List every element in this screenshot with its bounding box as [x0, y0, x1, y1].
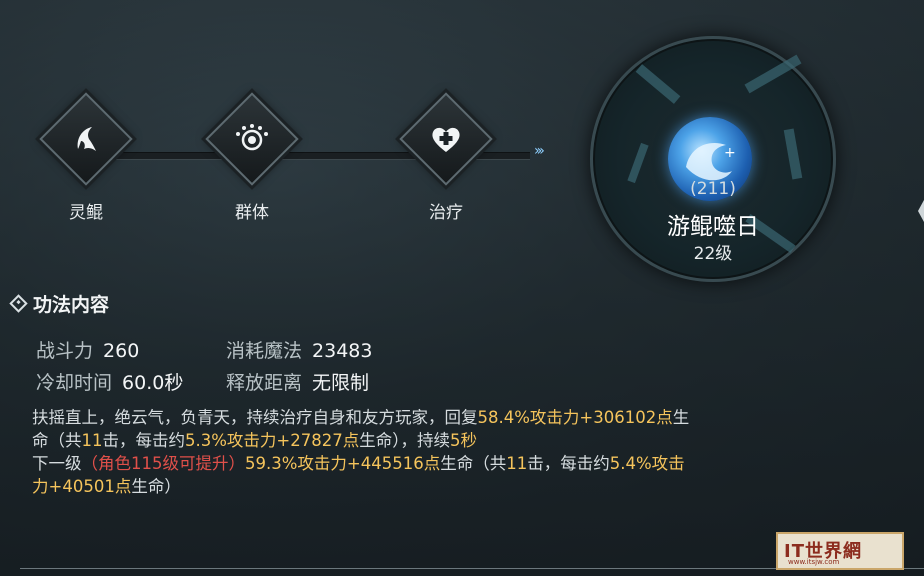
diamond-bullet-icon: [9, 294, 28, 313]
desc-line-3: 下一级（角色115级可提升）59.3%攻击力+445516点生命（共11击，每击…: [32, 452, 892, 475]
group-icon: [205, 92, 299, 186]
disc-shard: [783, 128, 803, 180]
desc-line-2: 命（共11击，每击约5.3%攻击力+27827点生命），持续5秒: [32, 429, 892, 452]
chain-node-label: 灵鲲: [69, 203, 103, 223]
desc-text: 扶摇直上，绝云气，负青天，持续治疗自身和友方玩家，回复: [32, 408, 478, 427]
dolphin-icon: [39, 92, 133, 186]
watermark-logo: IT世界網 www.itsjw.com: [776, 532, 904, 570]
stat-value: 23483: [312, 340, 373, 362]
desc-value: 11: [506, 454, 528, 473]
stat-label: 消耗魔法: [226, 340, 303, 362]
chain-node-label: 治疗: [429, 203, 463, 223]
stat-value: 无限制: [312, 372, 370, 394]
skill-description: 扶摇直上，绝云气，负青天，持续治疗自身和友方玩家，回复58.4%攻击力+3061…: [32, 406, 892, 498]
stat-power: 战斗力 260: [36, 336, 139, 363]
skill-disc[interactable]: + (211) 游鲲噬日 22级: [590, 36, 836, 282]
desc-value: 11: [81, 431, 103, 450]
stat-label: 冷却时间: [36, 372, 113, 394]
desc-text: 击，每击约: [527, 454, 610, 473]
desc-text: 生: [672, 408, 690, 427]
stat-mana: 消耗魔法 23483: [226, 336, 372, 363]
desc-text: 生命（共: [440, 454, 507, 473]
desc-text: 下一级: [32, 454, 82, 473]
disc-shard: [627, 142, 649, 184]
disc-shard: [635, 64, 681, 104]
svg-text:+: +: [724, 145, 736, 161]
watermark-subtext: www.itsjw.com: [788, 558, 840, 566]
chain-node-heal[interactable]: 治疗: [399, 92, 493, 223]
heart-plus-icon: [399, 92, 493, 186]
desc-text: 生命），持续: [359, 431, 450, 450]
skill-count: (211): [690, 179, 736, 199]
desc-line-1: 扶摇直上，绝云气，负青天，持续治疗自身和友方玩家，回复58.4%攻击力+3061…: [32, 406, 892, 429]
desc-text: 命（共: [32, 431, 82, 450]
section-title: 功法内容: [9, 290, 110, 317]
stat-value: 60.0秒: [122, 372, 184, 394]
desc-text: 生命）: [131, 477, 181, 496]
disc-shard: [744, 54, 802, 94]
desc-line-4: 力+40501点生命）: [32, 475, 892, 498]
desc-value: 力+40501点: [32, 477, 132, 496]
level-requirement: （角色115级可提升）: [81, 454, 246, 473]
desc-value: 5.4%攻击: [609, 454, 685, 473]
chain-node-group[interactable]: 群体: [205, 92, 299, 223]
desc-value: 5.3%攻击力+27827点: [185, 431, 360, 450]
chain-node-dolphin[interactable]: 灵鲲: [39, 92, 133, 223]
desc-value: 5秒: [449, 431, 477, 450]
chain-node-label: 群体: [235, 203, 269, 223]
desc-value: 58.4%攻击力+306102点: [477, 408, 673, 427]
section-title-text: 功法内容: [33, 294, 110, 316]
stat-label: 释放距离: [226, 372, 303, 394]
stat-label: 战斗力: [36, 340, 94, 362]
desc-text: 击，每击约: [102, 431, 186, 450]
stat-cooldown: 冷却时间 60.0秒: [36, 368, 183, 395]
skill-level: 22级: [693, 244, 733, 264]
stat-value: 260: [103, 340, 140, 362]
stat-range: 释放距离 无限制: [226, 368, 369, 395]
skill-name: 游鲲噬日: [667, 214, 759, 240]
chain-arrows: ›››: [534, 143, 545, 159]
desc-value: 59.3%攻击力+445516点: [245, 454, 441, 473]
